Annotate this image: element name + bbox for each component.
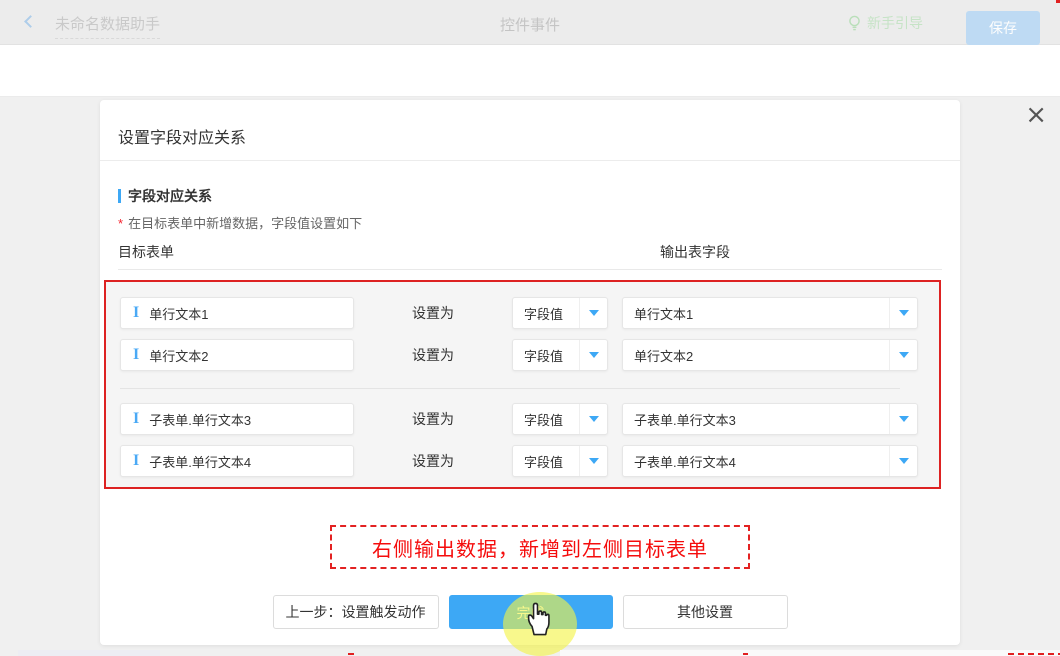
- annotation-callout: 右侧输出数据，新增到左侧目标表单: [330, 525, 750, 569]
- footer-buttons: 上一步：设置触发动作 完成 其他设置: [100, 595, 960, 629]
- lightbulb-icon: [848, 15, 861, 32]
- value-mode-select[interactable]: 字段值: [512, 297, 608, 329]
- group-divider: [120, 388, 900, 389]
- mapping-row: I 子表单.单行文本4 设置为 字段值 子表单.单行文本4: [120, 445, 920, 477]
- section-label: 字段对应关系: [118, 186, 212, 206]
- save-button[interactable]: 保存: [966, 11, 1040, 45]
- required-asterisk: *: [118, 216, 123, 231]
- beginner-guide-link[interactable]: 新手引导: [848, 13, 923, 33]
- panel-header: 设置字段对应关系: [118, 124, 246, 148]
- divider: [118, 269, 942, 270]
- chevron-down-icon[interactable]: [579, 446, 607, 476]
- single-line-text-icon: I: [133, 411, 139, 427]
- other-settings-button[interactable]: 其他设置: [623, 595, 788, 629]
- occluded-red-dash: [743, 653, 748, 655]
- target-field-label: 单行文本2: [149, 346, 208, 365]
- value-mode-select[interactable]: 字段值: [512, 403, 608, 435]
- target-field: I 单行文本2: [120, 339, 354, 371]
- hint-text: *在目标表单中新增数据，字段值设置如下: [118, 213, 362, 232]
- target-field-label: 单行文本1: [149, 304, 208, 323]
- single-line-text-icon: I: [133, 347, 139, 363]
- target-field: I 子表单.单行文本3: [120, 403, 354, 435]
- set-as-label: 设置为: [412, 403, 454, 435]
- chevron-down-icon[interactable]: [889, 404, 917, 434]
- modal-header: 新增数据 - 常规模式 ×: [0, 45, 1060, 97]
- occluded-content-fragment: [560, 650, 1060, 656]
- target-field-label: 子表单.单行文本4: [149, 452, 251, 471]
- set-as-label: 设置为: [412, 297, 454, 329]
- chevron-down-icon[interactable]: [889, 298, 917, 328]
- mapping-row: I 单行文本2 设置为 字段值 单行文本2: [120, 339, 920, 371]
- chevron-down-icon[interactable]: [579, 298, 607, 328]
- output-field-select[interactable]: 单行文本1: [622, 297, 918, 329]
- output-field-select[interactable]: 单行文本2: [622, 339, 918, 371]
- single-line-text-icon: I: [133, 453, 139, 469]
- value-mode-select[interactable]: 字段值: [512, 445, 608, 477]
- chevron-down-icon[interactable]: [579, 404, 607, 434]
- chevron-down-icon[interactable]: [579, 340, 607, 370]
- column-header-target-form: 目标表单: [118, 242, 174, 262]
- occluded-red-dash: [1056, 0, 1060, 3]
- column-header-output-fields: 输出表字段: [660, 242, 730, 262]
- field-mapping-panel: 设置字段对应关系 字段对应关系 *在目标表单中新增数据，字段值设置如下 目标表单…: [100, 100, 960, 645]
- previous-step-button[interactable]: 上一步：设置触发动作: [273, 595, 439, 629]
- guide-label: 新手引导: [867, 13, 923, 33]
- output-field-select[interactable]: 子表单.单行文本4: [622, 445, 918, 477]
- top-app-bar: 未命名数据助手 控件事件 新手引导 保存: [0, 0, 1060, 45]
- section-accent-bar: [118, 189, 121, 203]
- mapping-row: I 单行文本1 设置为 字段值 单行文本1: [120, 297, 920, 329]
- finish-button[interactable]: 完成: [449, 595, 613, 629]
- close-icon[interactable]: ×: [1025, 100, 1047, 130]
- set-as-label: 设置为: [412, 339, 454, 371]
- value-mode-select[interactable]: 字段值: [512, 339, 608, 371]
- divider: [100, 160, 960, 161]
- section-label-text: 字段对应关系: [128, 186, 212, 206]
- target-field: I 子表单.单行文本4: [120, 445, 354, 477]
- set-as-label: 设置为: [412, 445, 454, 477]
- mapping-rows-container: I 单行文本1 设置为 字段值 单行文本1 I 单行文本2 设置为 字段值: [104, 280, 941, 489]
- target-field-label: 子表单.单行文本3: [149, 410, 251, 429]
- chevron-down-icon[interactable]: [889, 340, 917, 370]
- single-line-text-icon: I: [133, 305, 139, 321]
- occluded-content-fragment: [18, 650, 160, 656]
- chevron-down-icon[interactable]: [889, 446, 917, 476]
- mapping-row: I 子表单.单行文本3 设置为 字段值 子表单.单行文本3: [120, 403, 920, 435]
- output-field-select[interactable]: 子表单.单行文本3: [622, 403, 918, 435]
- occluded-red-dash: [348, 653, 354, 655]
- occluded-red-dash: [1008, 653, 1060, 655]
- target-field: I 单行文本1: [120, 297, 354, 329]
